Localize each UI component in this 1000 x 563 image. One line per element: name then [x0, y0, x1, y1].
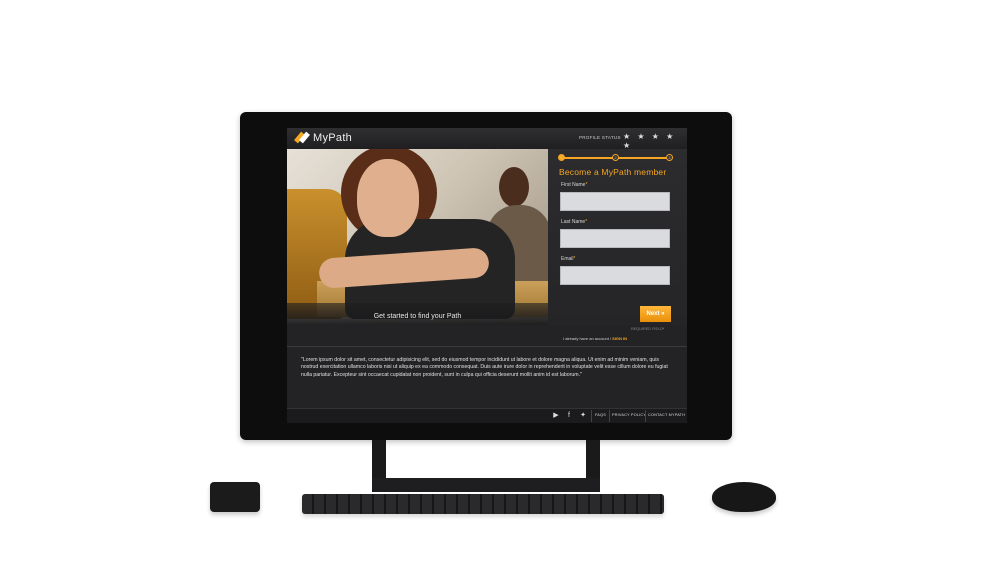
signup-form: 1 2 3 Become a MyPath member First Name*…: [548, 149, 687, 325]
screen: MyPath PROFILE STATUS ★ ★ ★ ★ ★ Get star…: [287, 128, 687, 423]
last-name-input[interactable]: [560, 229, 670, 248]
body-text: "Lorem ipsum dolor sit amet, consectetur…: [301, 357, 668, 378]
logo-text: MyPath: [313, 132, 353, 144]
logo[interactable]: MyPath: [294, 131, 353, 145]
profile-status-label: PROFILE STATUS: [579, 135, 621, 140]
email-input[interactable]: [560, 266, 670, 285]
signin-note: I already have an account / SIGN IN: [563, 336, 628, 341]
section-divider: [287, 346, 687, 347]
twitter-icon[interactable]: ✦: [578, 411, 588, 421]
first-name-label: First Name*: [561, 182, 588, 188]
first-name-input[interactable]: [560, 192, 670, 211]
monitor-stand: [372, 440, 600, 492]
mypath-logo-icon: [294, 131, 310, 145]
profile-status-stars: ★ ★ ★ ★ ★: [623, 132, 676, 150]
hero-image: Get started to find your Path: [287, 149, 548, 325]
mouse: [712, 482, 776, 512]
form-title: Become a MyPath member: [559, 167, 667, 177]
required-field-note: REQUIRED FIELD*: [631, 327, 665, 331]
email-label: Email*: [561, 256, 576, 262]
stand-base: [372, 478, 600, 492]
footer: ▶ f ✦ FAQS PRIVACY POLICY CONTACT MYPATH: [287, 408, 687, 423]
facebook-icon[interactable]: f: [564, 411, 574, 421]
step-3: 3: [666, 154, 673, 161]
footer-link-privacy-policy[interactable]: PRIVACY POLICY: [612, 413, 646, 417]
footer-link-faqs[interactable]: FAQS: [595, 413, 606, 417]
youtube-icon[interactable]: ▶: [551, 411, 561, 421]
keyboard: [302, 494, 664, 514]
footer-link-contact[interactable]: CONTACT MYPATH: [648, 413, 685, 417]
surface-dial: [210, 482, 260, 512]
top-bar: MyPath PROFILE STATUS ★ ★ ★ ★ ★: [287, 128, 687, 150]
next-button[interactable]: Next »: [640, 306, 671, 322]
step-progress: 1 2 3: [558, 154, 674, 162]
last-name-label: Last Name*: [561, 219, 588, 225]
hero-caption: Get started to find your Path: [373, 313, 462, 320]
step-2: 2: [612, 154, 619, 161]
step-1: 1: [558, 154, 565, 161]
signin-link[interactable]: SIGN IN: [612, 336, 627, 341]
